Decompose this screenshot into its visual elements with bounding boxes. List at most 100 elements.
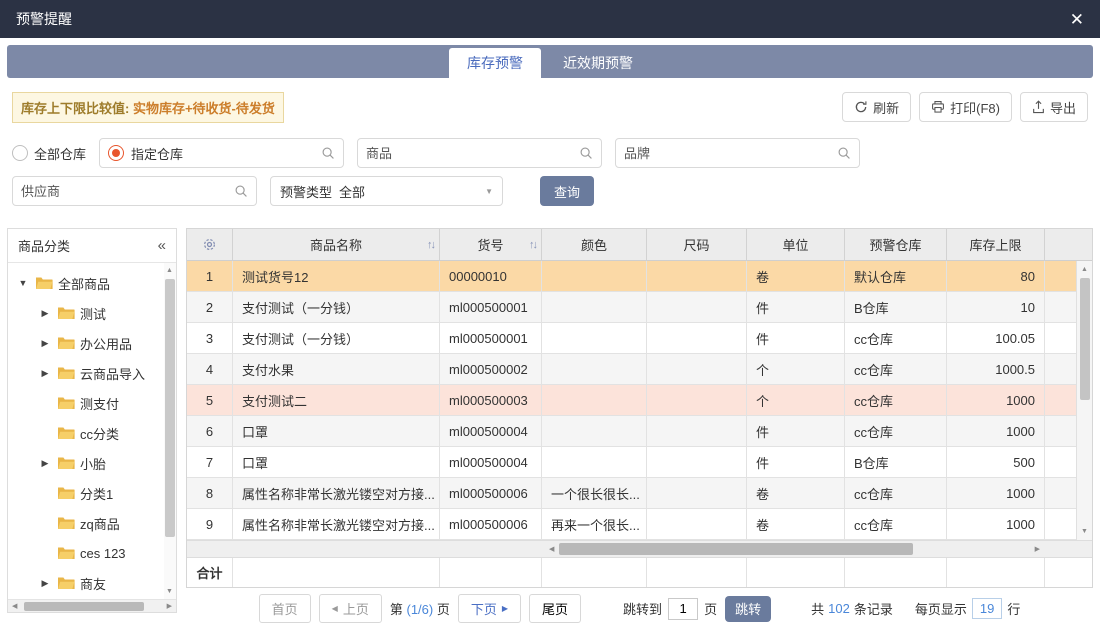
caret-right-icon[interactable]: ▶ bbox=[38, 308, 52, 319]
search-icon[interactable] bbox=[579, 146, 593, 160]
jump-button[interactable]: 跳转 bbox=[725, 595, 772, 622]
table-row[interactable]: 5 支付测试二 ml000500003 个 cc仓库 1000 bbox=[187, 385, 1076, 416]
sort-icon[interactable]: ↑↓ bbox=[427, 239, 436, 251]
search-icon[interactable] bbox=[837, 146, 851, 160]
collapse-icon[interactable]: « bbox=[158, 237, 166, 254]
scroll-up-icon[interactable]: ▲ bbox=[1081, 266, 1088, 273]
tree-node[interactable]: ▶ 商友 bbox=[8, 568, 176, 598]
tree-node[interactable]: cc分类 bbox=[8, 418, 176, 448]
table-row[interactable]: 6 口罩 ml000500004 件 cc仓库 1000 bbox=[187, 416, 1076, 447]
cell-unit: 卷 bbox=[747, 478, 845, 509]
table-row[interactable]: 1 测试货号12 00000010 卷默认仓库 80 bbox=[187, 261, 1076, 292]
tree-node[interactable]: ▶ 云商品导入 bbox=[8, 358, 176, 388]
caret-right-icon[interactable]: ▶ bbox=[38, 338, 52, 349]
cell-sku: ml000500001 bbox=[440, 292, 542, 323]
cell-product-name: 支付测试（一分钱） bbox=[233, 323, 440, 354]
tree-node[interactable]: ▶ 办公用品 bbox=[8, 328, 176, 358]
caret-right-icon[interactable]: ▶ bbox=[38, 578, 52, 589]
table-row[interactable]: 7 口罩 ml000500004 件 B仓库 500 bbox=[187, 447, 1076, 478]
print-button[interactable]: 打印(F8) bbox=[919, 92, 1012, 122]
tree-node[interactable]: ▶ 测试 bbox=[8, 298, 176, 328]
first-page-button[interactable]: 首页 bbox=[258, 594, 311, 623]
tab-inventory-warning[interactable]: 库存预警 bbox=[449, 48, 541, 78]
cell-color bbox=[542, 447, 647, 478]
dialog-title: 预警提醒 bbox=[16, 11, 72, 27]
caret-right-icon[interactable]: ▶ bbox=[38, 368, 52, 379]
cell-unit: 件 bbox=[747, 416, 845, 447]
scrollbar-thumb[interactable] bbox=[165, 279, 175, 537]
table-row[interactable]: 2 支付测试（一分钱） ml000500001 件 B仓库 10 bbox=[187, 292, 1076, 323]
table-row[interactable]: 4 支付水果 ml000500002 个 cc仓库 1000.5 bbox=[187, 354, 1076, 385]
table-row[interactable]: 8 属性名称非常长激光镂空对方接... ml000500006 一个很长很长... 卷 c… bbox=[187, 478, 1076, 509]
tree-node[interactable]: zq商品 bbox=[8, 508, 176, 538]
scroll-up-icon[interactable]: ▲ bbox=[166, 267, 173, 274]
cell-stock-limit: 1000 bbox=[947, 478, 1045, 509]
product-search-input[interactable] bbox=[366, 145, 573, 161]
row-number: 2 bbox=[187, 292, 233, 323]
supplier-search-input[interactable] bbox=[21, 183, 227, 199]
cell-sku: ml000500006 bbox=[440, 509, 542, 540]
export-button[interactable]: 导出 bbox=[1019, 92, 1088, 122]
radio-all-warehouses[interactable]: 全部仓库 bbox=[12, 144, 86, 163]
search-icon[interactable] bbox=[234, 184, 248, 198]
close-icon[interactable]: ✕ bbox=[1070, 11, 1084, 28]
query-button[interactable]: 查询 bbox=[540, 176, 595, 206]
scroll-left-icon[interactable]: ◀ bbox=[12, 603, 17, 610]
tree-node-label: 全部商品 bbox=[58, 276, 111, 292]
folder-icon bbox=[57, 396, 75, 410]
scroll-down-icon[interactable]: ▼ bbox=[166, 588, 173, 595]
scrollbar-thumb[interactable] bbox=[24, 602, 144, 611]
tree-node[interactable]: 分类1 bbox=[8, 478, 176, 508]
specified-warehouse-input[interactable]: 指定仓库 bbox=[99, 138, 345, 168]
cell-size bbox=[647, 323, 747, 354]
scrollbar-thumb[interactable] bbox=[559, 543, 913, 555]
tree-node[interactable]: 测支付 bbox=[8, 388, 176, 418]
per-page-input[interactable]: 19 bbox=[971, 598, 1003, 619]
tab-bar: 库存预警 近效期预警 bbox=[7, 45, 1093, 78]
warning-type-select[interactable]: 预警类型 全部 ▼ bbox=[270, 176, 503, 206]
toolbar: 刷新 打印(F8) 导出 bbox=[842, 92, 1088, 122]
scroll-right-icon[interactable]: ▶ bbox=[167, 603, 172, 610]
scrollbar-thumb[interactable] bbox=[1080, 278, 1090, 400]
refresh-button[interactable]: 刷新 bbox=[842, 92, 912, 122]
cell-product-name: 属性名称非常长激光镂空对方接... bbox=[233, 509, 440, 540]
jump-page-input[interactable] bbox=[668, 597, 699, 620]
tree-node-label: 测试 bbox=[80, 306, 107, 322]
caret-right-icon[interactable]: ▶ bbox=[38, 458, 52, 469]
tree-horizontal-scrollbar[interactable]: ◀ ▶ bbox=[8, 599, 176, 612]
row-number: 4 bbox=[187, 354, 233, 385]
radio-checked-icon[interactable] bbox=[108, 145, 125, 161]
table-row[interactable]: 9 属性名称非常长激光镂空对方接... ml000500006 再来一个很长... 卷 c… bbox=[187, 509, 1076, 540]
tree-node[interactable]: ▼ 全部商品 bbox=[8, 268, 176, 298]
brand-search-input[interactable] bbox=[624, 145, 831, 161]
table-horizontal-scrollbar[interactable]: ◀ ▶ bbox=[187, 540, 1092, 557]
printer-icon bbox=[931, 100, 945, 114]
cell-product-name: 支付测试（一分钱） bbox=[233, 292, 440, 323]
tree-node[interactable]: ces 123 bbox=[8, 538, 176, 568]
scroll-down-icon[interactable]: ▼ bbox=[1081, 528, 1088, 535]
pagination: 首页 ◀ 上页 第 (1/6) 页 下页 ▶ 尾页 跳转到 1 页 跳转 共 1… bbox=[186, 594, 1093, 623]
sort-icon[interactable]: ↑↓ bbox=[529, 239, 538, 251]
notice-banner: 库存上下限比较值: 实物库存+待收货-待发货 bbox=[12, 91, 284, 123]
search-icon[interactable] bbox=[321, 146, 335, 160]
cell-size bbox=[647, 292, 747, 323]
last-page-button[interactable]: 尾页 bbox=[529, 594, 582, 623]
cell-product-name: 测试货号12 bbox=[233, 261, 440, 292]
cell-size bbox=[647, 354, 747, 385]
warning-table: 商品名称 ↑↓ 货号 ↑↓ 颜色 尺码 单位 预警仓库 库存上限 1 测试货号12 00000010… bbox=[186, 228, 1093, 588]
next-page-button[interactable]: 下页 ▶ bbox=[457, 594, 522, 623]
scroll-right-icon[interactable]: ▶ bbox=[1035, 546, 1040, 553]
tree-node-label: ces 123 bbox=[80, 545, 126, 561]
table-vertical-scrollbar[interactable]: ▲ ▼ bbox=[1076, 261, 1092, 540]
table-settings-button[interactable] bbox=[187, 229, 233, 261]
tree-vertical-scrollbar[interactable]: ▲ ▼ bbox=[164, 263, 176, 599]
tab-near-expiry-warning[interactable]: 近效期预警 bbox=[545, 48, 651, 78]
category-tree: ▼ 全部商品 ▶ 测试 ▶ 办公用品 ▶ 云商品导入 测支付 cc分类 ▶ 小胎 分类1 zq商品 ces … bbox=[8, 263, 176, 598]
scroll-left-icon[interactable]: ◀ bbox=[549, 546, 554, 553]
tree-node[interactable]: ▶ 小胎 bbox=[8, 448, 176, 478]
caret-down-icon[interactable]: ▼ bbox=[16, 278, 30, 288]
prev-page-button[interactable]: ◀ 上页 bbox=[318, 594, 382, 623]
total-records: 102 bbox=[828, 601, 850, 616]
radio-unchecked-icon[interactable] bbox=[12, 145, 28, 161]
table-row[interactable]: 3 支付测试（一分钱） ml000500001 件 cc仓库 100.05 bbox=[187, 323, 1076, 354]
